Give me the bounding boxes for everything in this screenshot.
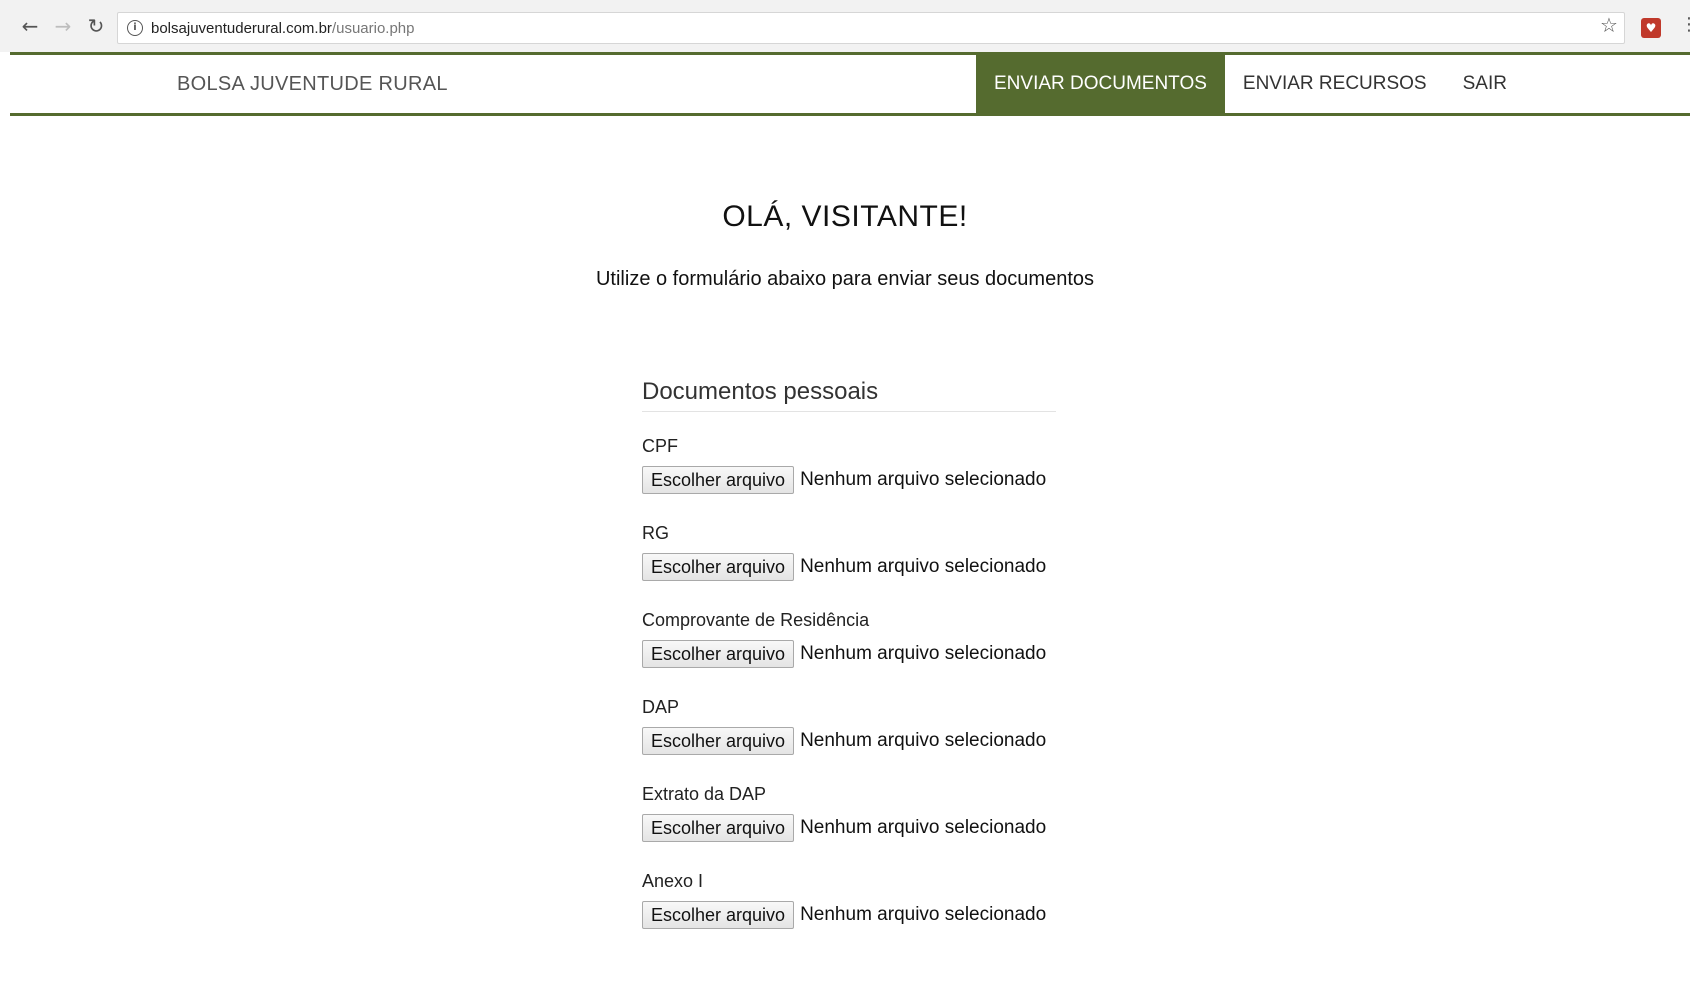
field-label: Comprovante de Residência <box>642 610 870 630</box>
back-arrow-icon[interactable]: ← <box>18 14 42 38</box>
field-label: Anexo I <box>642 871 704 891</box>
site-header: BOLSA JUVENTUDE RURAL ENVIAR DOCUMENTOS … <box>10 52 1690 116</box>
menu-item-enviar-recursos[interactable]: ENVIAR RECURSOS <box>1225 55 1445 113</box>
field-label: CPF <box>642 436 678 456</box>
page-greeting: OLÁ, VISITANTE! <box>722 200 968 233</box>
choose-file-button[interactable]: Escolher arquivo <box>642 553 795 581</box>
field-label: Extrato da DAP <box>642 784 767 804</box>
url-path: /usuario.php <box>331 20 415 37</box>
page-subtitle: Utilize o formulário abaixo para enviar … <box>595 268 1095 290</box>
bookmark-star-icon[interactable]: ☆ <box>1600 14 1618 36</box>
extension-shield-icon[interactable]: ♥ <box>1641 18 1661 38</box>
menu-item-enviar-documentos[interactable]: ENVIAR DOCUMENTOS <box>976 55 1225 113</box>
site-brand[interactable]: BOLSA JUVENTUDE RURAL <box>177 55 448 113</box>
url-host: bolsajuventuderural.com.br <box>151 20 332 37</box>
upload-field-extrato-dap: Extrato da DAP Escolher arquivo Nenhum a… <box>642 783 1102 843</box>
menu-item-sair[interactable]: SAIR <box>1445 55 1525 113</box>
choose-file-button[interactable]: Escolher arquivo <box>642 901 795 929</box>
upload-field-rg: RG Escolher arquivo Nenhum arquivo selec… <box>642 522 1102 582</box>
browser-toolbar: ← → ↻ i bolsajuventuderural.com.br/usuar… <box>0 0 1690 52</box>
section-title: Documentos pessoais <box>642 378 1056 412</box>
field-label: DAP <box>642 697 680 717</box>
info-icon[interactable]: i <box>127 20 143 36</box>
address-bar[interactable]: i bolsajuventuderural.com.br/usuario.php <box>117 12 1625 44</box>
main-menu: ENVIAR DOCUMENTOS ENVIAR RECURSOS SAIR <box>976 55 1525 113</box>
file-status: Nenhum arquivo selecionado <box>800 904 1047 925</box>
url-text: bolsajuventuderural.com.br/usuario.php <box>151 20 415 37</box>
choose-file-button[interactable]: Escolher arquivo <box>642 640 795 668</box>
upload-field-comprovante-residencia: Comprovante de Residência Escolher arqui… <box>642 609 1102 669</box>
choose-file-button[interactable]: Escolher arquivo <box>642 466 795 494</box>
browser-menu-icon[interactable]: ⋮ <box>1680 14 1690 35</box>
upload-field-anexo-i: Anexo I Escolher arquivo Nenhum arquivo … <box>642 870 1102 930</box>
file-status: Nenhum arquivo selecionado <box>800 469 1047 490</box>
field-label: RG <box>642 523 669 543</box>
upload-field-cpf: CPF Escolher arquivo Nenhum arquivo sele… <box>642 435 1102 495</box>
file-status: Nenhum arquivo selecionado <box>800 817 1047 838</box>
file-status: Nenhum arquivo selecionado <box>800 556 1047 577</box>
choose-file-button[interactable]: Escolher arquivo <box>642 814 795 842</box>
file-status: Nenhum arquivo selecionado <box>800 643 1047 664</box>
file-status: Nenhum arquivo selecionado <box>800 730 1047 751</box>
upload-field-dap: DAP Escolher arquivo Nenhum arquivo sele… <box>642 696 1102 756</box>
reload-icon[interactable]: ↻ <box>84 14 108 38</box>
forward-arrow-icon[interactable]: → <box>51 14 75 38</box>
choose-file-button[interactable]: Escolher arquivo <box>642 727 795 755</box>
